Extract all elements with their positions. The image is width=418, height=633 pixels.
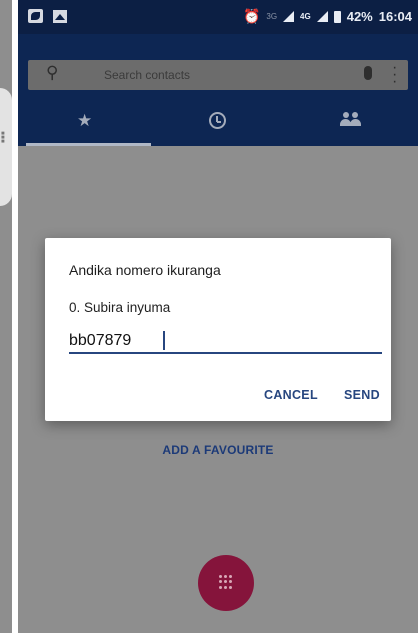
tab-bar: ★: [18, 102, 418, 146]
battery-icon: [333, 10, 341, 23]
previous-card-edge: ■ ■ ■: [0, 0, 12, 633]
dialog-message: 0. Subira inyuma: [69, 300, 171, 315]
image-notification-icon: [53, 10, 67, 23]
ussd-dialog: Andika nomero ikuranga 0. Subira inyuma …: [45, 238, 391, 421]
ussd-response-input[interactable]: [69, 330, 382, 354]
alarm-icon: ⏰: [242, 8, 261, 24]
signal-icon: [316, 11, 328, 22]
clock-icon: [209, 112, 227, 129]
dialpad-icon: [219, 575, 233, 589]
notification-icons: [28, 9, 67, 23]
dialpad-fab[interactable]: [198, 555, 254, 611]
tab-recents[interactable]: [151, 102, 284, 146]
more-options-icon[interactable]: · · ·: [392, 60, 397, 90]
network-type-3g: 3G: [266, 12, 278, 21]
signal-icon: [283, 11, 295, 22]
search-icon[interactable]: ⚲: [46, 63, 58, 83]
dialog-title: Andika nomero ikuranga: [69, 262, 221, 278]
network-type-4g: 4G: [300, 12, 311, 21]
status-bar: ⏰ 3G 4G 42% 16:04: [18, 0, 418, 34]
tab-favourites[interactable]: ★: [18, 102, 152, 146]
drag-handle-icon: ■ ■ ■: [1, 131, 5, 145]
tab-contacts[interactable]: [285, 102, 418, 146]
add-favourite-button[interactable]: ADD A FAVOURITE: [18, 443, 418, 457]
app-bar: ⚲ Search contacts · · · ★: [18, 34, 418, 146]
text-cursor: [163, 331, 165, 350]
microphone-icon[interactable]: [364, 66, 372, 80]
battery-percent: 42%: [346, 9, 373, 24]
send-button[interactable]: SEND: [344, 388, 380, 402]
status-indicators: ⏰ 3G 4G 42% 16:04: [243, 8, 412, 25]
contacts-icon: [340, 112, 362, 128]
cancel-button[interactable]: CANCEL: [264, 388, 318, 402]
search-bar[interactable]: ⚲ Search contacts · · ·: [28, 60, 408, 90]
app-notification-icon: [28, 9, 43, 23]
star-icon: ★: [77, 111, 93, 130]
clock-time: 16:04: [378, 9, 412, 24]
search-placeholder: Search contacts: [104, 68, 191, 82]
phone-screen: ⏰ 3G 4G 42% 16:04 ⚲ Search contacts · · · …: [18, 0, 418, 633]
